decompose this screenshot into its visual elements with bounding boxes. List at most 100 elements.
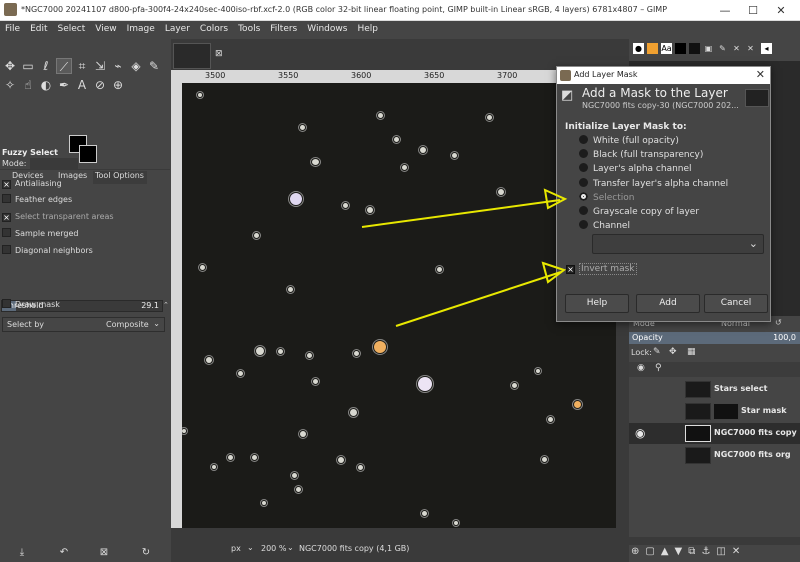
- channels-icon[interactable]: ✕: [731, 43, 742, 54]
- brushes-icon[interactable]: ●: [633, 43, 644, 54]
- new-group-icon[interactable]: ▢: [645, 546, 660, 557]
- crop-tool-icon[interactable]: ⌗: [74, 58, 90, 74]
- paintbrush-tool-icon[interactable]: ✎: [146, 58, 162, 74]
- menu-filters[interactable]: Filters: [265, 21, 302, 34]
- zoom-tool-icon[interactable]: ⊕: [110, 77, 126, 93]
- checkbox-icon[interactable]: ×: [566, 265, 575, 274]
- anchor-icon[interactable]: ⚓: [701, 546, 716, 557]
- reset-mode-icon[interactable]: ↺: [775, 318, 782, 327]
- save-preset-icon[interactable]: ⤓: [14, 545, 30, 561]
- background-color-swatch[interactable]: [79, 145, 97, 163]
- close-tab-icon[interactable]: ⊠: [215, 49, 223, 59]
- radio-white[interactable]: White (full opacity): [579, 135, 679, 146]
- checkbox-icon[interactable]: ×: [2, 213, 11, 222]
- clone-tool-icon[interactable]: ✧: [2, 77, 18, 93]
- option-select-transparent[interactable]: × Select transparent areas: [2, 212, 114, 222]
- image-canvas[interactable]: [182, 83, 616, 528]
- invert-mask-checkbox[interactable]: × Invert mask: [566, 263, 637, 275]
- chevron-down-icon[interactable]: ⌄: [247, 543, 254, 552]
- delete-preset-icon[interactable]: ⊠: [96, 545, 112, 561]
- rect-select-tool-icon[interactable]: ▭: [20, 58, 36, 74]
- chevron-down-icon[interactable]: ⌄: [287, 543, 294, 552]
- layer-row[interactable]: ◉ NGC7000 fits copy: [629, 423, 800, 444]
- threshold-spin-icon[interactable]: ⌃: [163, 301, 169, 309]
- layer-row[interactable]: NGC7000 fits org: [629, 445, 800, 466]
- menu-colors[interactable]: Colors: [195, 21, 233, 34]
- eye-icon[interactable]: ◉: [635, 426, 645, 440]
- fuzzy-select-tool-icon[interactable]: ⟋: [56, 58, 72, 74]
- palettes-icon[interactable]: [689, 43, 700, 54]
- lasso-tool-icon[interactable]: ℓ: [38, 58, 54, 74]
- radio-icon[interactable]: [579, 135, 588, 144]
- menu-windows[interactable]: Windows: [302, 21, 352, 34]
- gradients-icon[interactable]: [675, 43, 686, 54]
- tool-presets-icon[interactable]: ✕: [745, 43, 756, 54]
- radio-black[interactable]: Black (full transparency): [579, 149, 703, 160]
- checkbox-icon[interactable]: [2, 194, 11, 203]
- radio-icon[interactable]: [579, 220, 588, 229]
- lock-alpha-icon[interactable]: ▦: [687, 347, 696, 357]
- paths-icon[interactable]: ✎: [717, 43, 728, 54]
- layers-scrollbar[interactable]: [629, 537, 800, 545]
- dock-menu-icon[interactable]: ◂: [761, 43, 772, 54]
- text-tool-icon[interactable]: A: [74, 77, 90, 93]
- mask-icon[interactable]: ◫: [716, 546, 731, 557]
- paths-tool-icon[interactable]: ✒: [56, 77, 72, 93]
- radio-grayscale-copy[interactable]: Grayscale copy of layer: [579, 206, 699, 217]
- radio-selection[interactable]: Selection: [579, 192, 634, 203]
- warp-tool-icon[interactable]: ⌁: [110, 58, 126, 74]
- menu-image[interactable]: Image: [122, 21, 160, 34]
- dodge-tool-icon[interactable]: ◐: [38, 77, 54, 93]
- option-sample-merged[interactable]: Sample merged: [2, 228, 78, 238]
- option-antialiasing[interactable]: × Antialiasing: [2, 179, 62, 189]
- maximize-button[interactable]: ☐: [740, 2, 766, 19]
- menu-tools[interactable]: Tools: [233, 21, 265, 34]
- radio-icon[interactable]: [579, 149, 588, 158]
- radio-transfer-alpha[interactable]: Transfer layer's alpha channel: [579, 178, 728, 189]
- lock-position-icon[interactable]: ✥: [669, 347, 677, 357]
- menu-file[interactable]: File: [0, 21, 25, 34]
- zoom-selector[interactable]: 200 %: [261, 544, 286, 553]
- radio-icon[interactable]: [579, 163, 588, 172]
- minimize-button[interactable]: —: [712, 2, 738, 19]
- image-tab-thumbnail[interactable]: [173, 43, 211, 69]
- checkbox-icon[interactable]: [2, 245, 11, 254]
- menu-layer[interactable]: Layer: [160, 21, 195, 34]
- cancel-button[interactable]: Cancel: [704, 294, 768, 313]
- close-window-button[interactable]: ✕: [768, 2, 794, 19]
- new-layer-icon[interactable]: ⊕: [631, 546, 645, 557]
- radio-icon[interactable]: [579, 206, 588, 215]
- help-button[interactable]: Help: [565, 294, 629, 313]
- option-diagonal-neighbors[interactable]: Diagonal neighbors: [2, 245, 93, 255]
- menu-view[interactable]: View: [90, 21, 121, 34]
- option-draw-mask[interactable]: Draw mask: [2, 299, 60, 309]
- select-by-dropdown[interactable]: Select by Composite ⌄: [2, 317, 165, 332]
- radio-selected-icon[interactable]: [579, 192, 588, 201]
- unit-selector[interactable]: px: [231, 544, 241, 553]
- radio-channel[interactable]: Channel: [579, 220, 630, 231]
- restore-preset-icon[interactable]: ↶: [56, 545, 72, 561]
- dialog-close-icon[interactable]: ✕: [756, 68, 765, 81]
- radio-icon[interactable]: [579, 178, 588, 187]
- transform-tool-icon[interactable]: ⇲: [92, 58, 108, 74]
- tab-tool-options[interactable]: Tool Options: [93, 171, 147, 184]
- lock-pixels-icon[interactable]: ✎: [653, 347, 661, 357]
- option-feather-edges[interactable]: Feather edges: [2, 194, 72, 204]
- color-picker-tool-icon[interactable]: ⊘: [92, 77, 108, 93]
- smudge-tool-icon[interactable]: ☝: [20, 77, 36, 93]
- mode-buttons[interactable]: [30, 158, 78, 169]
- radio-layer-alpha[interactable]: Layer's alpha channel: [579, 163, 692, 174]
- delete-layer-icon[interactable]: ✕: [732, 546, 746, 557]
- move-tool-icon[interactable]: ✥: [2, 58, 18, 74]
- fonts-icon[interactable]: Aa: [661, 43, 672, 54]
- patterns-icon[interactable]: [647, 43, 658, 54]
- layer-row[interactable]: Stars select: [629, 379, 800, 400]
- menu-select[interactable]: Select: [53, 21, 91, 34]
- checkbox-icon[interactable]: ×: [2, 180, 11, 189]
- opacity-slider[interactable]: Opacity 100,0: [629, 332, 800, 344]
- menu-help[interactable]: Help: [352, 21, 383, 34]
- checkbox-icon[interactable]: [2, 299, 11, 308]
- lower-layer-icon[interactable]: ▼: [675, 546, 689, 557]
- add-button[interactable]: Add: [636, 294, 700, 313]
- bucket-fill-tool-icon[interactable]: ◈: [128, 58, 144, 74]
